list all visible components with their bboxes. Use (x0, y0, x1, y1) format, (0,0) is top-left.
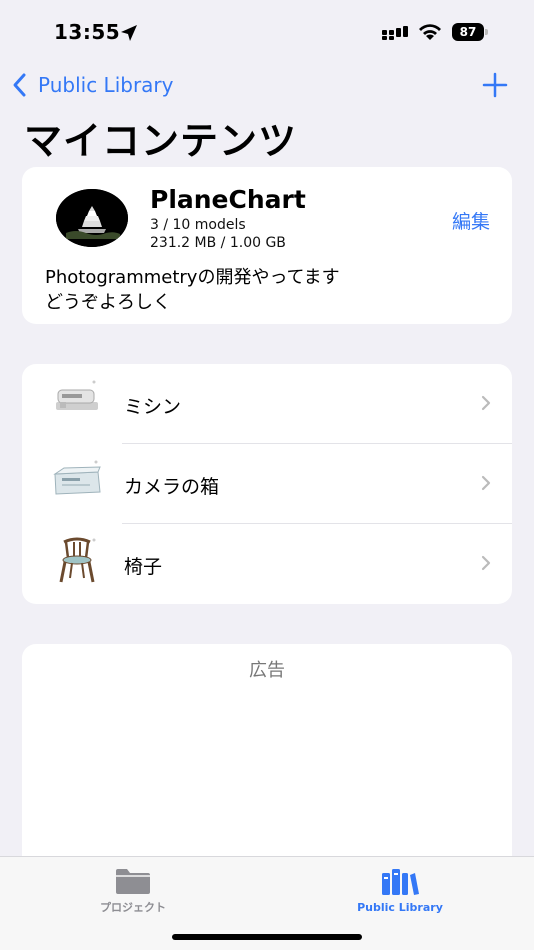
screen: 13:55 87 Public Library マイコンテンツ PlaneCha… (0, 0, 534, 950)
sewing-machine-thumbnail (56, 380, 98, 410)
folder-icon (116, 869, 150, 894)
profile-card: PlaneChart 3 / 10 models 231.2 MB / 1.00… (22, 167, 512, 324)
avatar[interactable] (56, 189, 128, 247)
chevron-right-icon (481, 555, 491, 571)
chevron-right-icon (481, 395, 491, 411)
ad-banner[interactable]: 広告 (22, 644, 512, 874)
camera-box-thumbnail (53, 460, 101, 495)
signal-icon (382, 26, 408, 40)
tab-public-library[interactable]: Public Library (315, 863, 485, 923)
chair-thumbnail (59, 537, 96, 583)
content-list: ミシン カメラの箱 椅子 (22, 364, 512, 604)
list-item-sewing-machine[interactable]: ミシン (22, 364, 512, 444)
library-icon (382, 869, 419, 895)
back-button[interactable]: Public Library (10, 70, 173, 100)
edit-button[interactable]: 編集 (452, 207, 490, 234)
battery-level: 87 (452, 23, 484, 41)
tab-label: プロジェクト (100, 901, 166, 914)
list-item-camera-box[interactable]: カメラの箱 (22, 444, 512, 524)
list-item-chair[interactable]: 椅子 (22, 524, 512, 604)
model-count: 3 / 10 models (150, 217, 246, 233)
plus-icon[interactable] (480, 70, 510, 100)
profile-bio: Photogrammetryの開発やってます どうぞよろしく (45, 267, 340, 313)
battery-icon: 87 (452, 23, 488, 41)
location-arrow-icon (121, 25, 137, 41)
battery-cap (485, 29, 488, 35)
castle-avatar-image (56, 189, 128, 247)
storage-usage: 231.2 MB / 1.00 GB (150, 235, 286, 251)
wifi-icon (419, 24, 441, 40)
tab-label: Public Library (357, 901, 443, 914)
status-time: 13:55 (54, 20, 121, 44)
profile-name: PlaneChart (150, 185, 306, 214)
page-title: マイコンテンツ (24, 119, 298, 163)
list-item-label: 椅子 (124, 556, 163, 578)
back-button-label: Public Library (38, 73, 174, 97)
chevron-right-icon (481, 475, 491, 491)
ad-label: 広告 (249, 660, 285, 681)
list-item-label: ミシン (124, 396, 182, 418)
list-item-label: カメラの箱 (124, 476, 220, 498)
chevron-left-icon (13, 73, 26, 97)
status-bar: 13:55 87 (0, 0, 534, 60)
home-indicator (172, 934, 362, 940)
tab-projects[interactable]: プロジェクト (48, 863, 218, 923)
